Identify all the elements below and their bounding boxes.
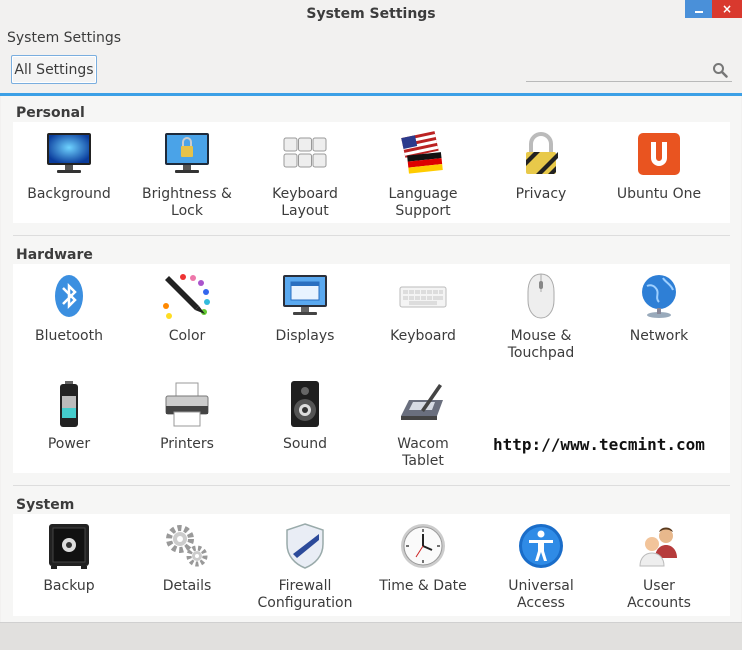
item-label: Privacy [515, 186, 567, 202]
item-label: Keyboard Layout [272, 186, 338, 219]
item-wacom-tablet[interactable]: Wacom Tablet [364, 380, 482, 470]
minimize-button[interactable] [685, 0, 712, 18]
section-title-personal: Personal [16, 105, 85, 121]
item-label: Printers [160, 436, 214, 452]
item-label: Ubuntu One [616, 186, 702, 202]
item-label: Universal Access [508, 578, 574, 611]
shield-icon [286, 523, 324, 569]
item-label: Displays [275, 328, 335, 344]
search-field[interactable] [526, 60, 732, 82]
item-label: Firewall Configuration [257, 578, 353, 611]
item-background[interactable]: Background [10, 130, 128, 203]
item-universal-access[interactable]: Universal Access [482, 522, 600, 612]
item-details[interactable]: Details [128, 522, 246, 595]
item-keyboard-layout[interactable]: Keyboard Layout [246, 130, 364, 220]
item-label: Backup [43, 578, 95, 594]
item-label: Sound [282, 436, 328, 452]
item-label: Bluetooth [35, 328, 103, 344]
section-title-system: System [16, 497, 75, 513]
item-backup[interactable]: Backup [10, 522, 128, 595]
item-language-support[interactable]: Language Support [364, 130, 482, 220]
item-bluetooth[interactable]: Bluetooth [10, 272, 128, 345]
item-label: Language Support [388, 186, 458, 219]
item-label: Network [629, 328, 689, 344]
brightness-lock-icon [165, 133, 209, 173]
section-separator [13, 485, 730, 486]
clock-icon [401, 524, 445, 568]
color-palette-icon [163, 274, 210, 319]
item-label: Wacom Tablet [397, 436, 449, 469]
language-flags-icon [401, 131, 443, 174]
printer-icon [165, 382, 209, 427]
breadcrumb-title: System Settings [7, 30, 122, 46]
section-separator [13, 235, 730, 236]
displays-icon [283, 275, 327, 315]
search-input[interactable] [528, 60, 708, 82]
item-displays[interactable]: Displays [246, 272, 364, 345]
item-label: Mouse & Touchpad [507, 328, 575, 361]
settings-panel: Personal Background Brightness & Lock Ke… [1, 96, 741, 622]
item-time-date[interactable]: Time & Date [364, 522, 482, 595]
safe-icon [49, 524, 89, 569]
item-label: Details [162, 578, 212, 594]
padlock-icon [526, 132, 558, 174]
item-keyboard[interactable]: Keyboard [364, 272, 482, 345]
mouse-icon [527, 273, 555, 319]
item-user-accounts[interactable]: User Accounts [600, 522, 718, 612]
users-icon [639, 527, 677, 567]
item-label: Brightness & Lock [142, 186, 232, 219]
item-network[interactable]: Network [600, 272, 718, 345]
tablet-pen-icon [401, 384, 443, 420]
item-ubuntu-one[interactable]: Ubuntu One [600, 130, 718, 203]
accessibility-icon [519, 524, 563, 568]
keyboard-icon [399, 286, 447, 308]
item-brightness-lock[interactable]: Brightness & Lock [128, 130, 246, 220]
gears-icon [166, 525, 208, 567]
close-button[interactable]: × [712, 0, 742, 18]
speaker-icon [291, 381, 319, 427]
item-sound[interactable]: Sound [246, 380, 364, 453]
keyboard-layout-icon [283, 137, 327, 168]
item-label: User Accounts [627, 578, 691, 611]
bluetooth-icon [55, 275, 83, 317]
item-label: Time & Date [379, 578, 467, 594]
item-label: Keyboard [390, 328, 456, 344]
section-title-hardware: Hardware [16, 247, 93, 263]
minimize-icon [694, 11, 703, 13]
watermark-text: http://www.tecmint.com [493, 435, 705, 454]
item-label: Color [168, 328, 206, 344]
item-label: Power [47, 436, 91, 452]
background-icon [47, 133, 91, 173]
item-privacy[interactable]: Privacy [482, 130, 600, 203]
network-globe-icon [642, 275, 676, 318]
title-bar: System Settings × [0, 0, 742, 28]
item-mouse-touchpad[interactable]: Mouse & Touchpad [482, 272, 600, 362]
battery-icon [60, 381, 78, 427]
all-settings-button[interactable]: All Settings [11, 55, 97, 84]
ubuntu-one-icon [638, 133, 680, 175]
window-title: System Settings [306, 6, 436, 22]
item-printers[interactable]: Printers [128, 380, 246, 453]
item-label: Background [27, 186, 111, 202]
search-icon [713, 63, 728, 78]
close-icon: × [721, 2, 733, 16]
status-bar [0, 622, 742, 650]
item-firewall-configuration[interactable]: Firewall Configuration [246, 522, 364, 612]
item-power[interactable]: Power [10, 380, 128, 453]
item-color[interactable]: Color [128, 272, 246, 345]
